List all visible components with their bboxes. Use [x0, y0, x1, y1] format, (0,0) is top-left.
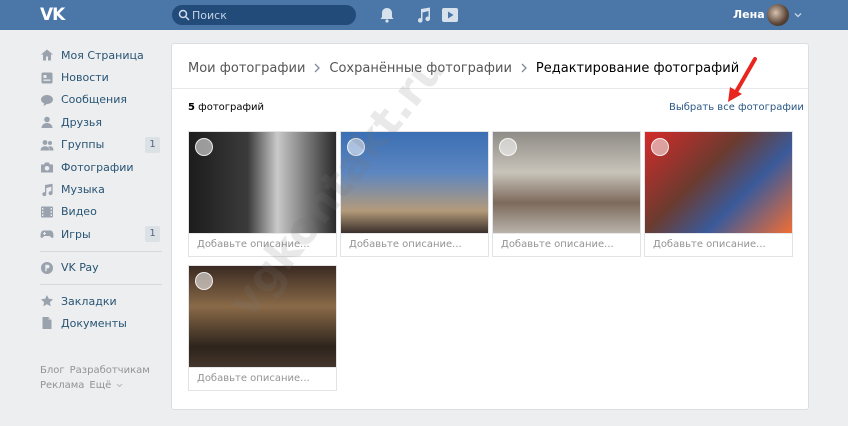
vkpay-icon [41, 261, 53, 274]
sidebar-item-groups[interactable]: Группы 1 [36, 134, 166, 156]
sidebar-item-label: Музыка [61, 183, 105, 197]
bookmark-star-icon [41, 295, 53, 307]
sidebar-item-label: Фотографии [61, 160, 134, 174]
sidebar-item-photos[interactable]: Фотографии [36, 156, 166, 178]
photo-count: 5 фотографий [188, 102, 264, 113]
photo-description-input[interactable]: Добавьте описание... [197, 373, 332, 384]
photo-card[interactable]: Добавьте описание... [188, 265, 337, 391]
sidebar-item-documents[interactable]: Документы [36, 312, 166, 334]
games-counter: 1 [145, 226, 160, 243]
sidebar-item-my-page[interactable]: Моя Страница [36, 44, 166, 66]
photo-description-input[interactable]: Добавьте описание... [197, 239, 332, 250]
photo-select-checkbox[interactable] [347, 138, 365, 156]
vk-logo[interactable]: VK [40, 5, 68, 25]
photo-divider [341, 233, 488, 234]
sidebar-item-friends[interactable]: Друзья [36, 111, 166, 133]
breadcrumb-my-photos[interactable]: Мои фотографии [188, 61, 305, 76]
photo-count-word: фотографий [198, 102, 265, 113]
sidebar: Моя Страница Новости Сообщения Друзья Гр… [36, 44, 166, 335]
photo-card[interactable]: Добавьте описание... [188, 131, 337, 257]
sidebar-item-vkpay[interactable]: VK Pay [36, 257, 166, 279]
header-divider [172, 88, 808, 89]
sidebar-item-label: Группы [61, 138, 105, 152]
photo-count-number: 5 [188, 102, 195, 113]
user-name[interactable]: Лена [733, 8, 765, 21]
photo-divider [645, 233, 792, 234]
sidebar-footer: Блог Разработчикам Реклама Ещё [40, 363, 170, 393]
sidebar-item-label: Игры [61, 227, 91, 241]
news-icon [41, 72, 53, 84]
sidebar-divider [40, 283, 162, 285]
photo-description-input[interactable]: Добавьте описание... [501, 239, 636, 250]
search-icon [178, 9, 190, 21]
sidebar-item-label: Новости [61, 71, 109, 85]
video-icon [41, 206, 53, 218]
camera-icon [41, 162, 53, 173]
photo-card[interactable]: Добавьте описание... [644, 131, 793, 257]
chevron-right-icon [521, 63, 527, 73]
sidebar-item-label: Закладки [61, 294, 117, 308]
red-arrow-annotation [728, 57, 757, 102]
chevron-down-icon[interactable] [116, 383, 123, 388]
sidebar-item-video[interactable]: Видео [36, 201, 166, 223]
sidebar-item-label: Документы [61, 316, 127, 330]
photo-description-input[interactable]: Добавьте описание... [653, 239, 788, 250]
photo-select-checkbox[interactable] [499, 138, 517, 156]
friends-icon [41, 117, 53, 129]
home-icon [41, 49, 53, 61]
music-icon [42, 183, 53, 196]
photo-divider [493, 233, 640, 234]
breadcrumb-edit-photos: Редактирование фотографий [535, 60, 740, 76]
sidebar-item-label: Сообщения [61, 93, 128, 107]
footer-link-ads[interactable]: Реклама [40, 380, 84, 391]
footer-link-more[interactable]: Ещё [89, 380, 111, 391]
bell-icon[interactable] [378, 6, 396, 24]
sidebar-item-music[interactable]: Музыка [36, 178, 166, 200]
sidebar-item-label: VK Pay [61, 261, 99, 275]
groups-icon [40, 139, 54, 151]
search-box[interactable] [172, 5, 356, 25]
chevron-right-icon [314, 63, 321, 73]
photo-divider [189, 233, 336, 234]
footer-link-blog[interactable]: Блог [40, 365, 65, 376]
photo-select-checkbox[interactable] [651, 138, 669, 156]
photo-select-checkbox[interactable] [195, 272, 213, 290]
play-icon[interactable] [441, 6, 459, 24]
sidebar-item-messages[interactable]: Сообщения [36, 89, 166, 111]
sidebar-divider [40, 250, 162, 252]
sidebar-item-news[interactable]: Новости [36, 66, 166, 88]
sidebar-item-games[interactable]: Игры 1 [36, 223, 166, 245]
chevron-down-icon[interactable] [794, 12, 802, 18]
games-icon [40, 230, 54, 239]
photo-edit-panel: Мои фотографии Сохранённые фотографии Ре… [171, 43, 809, 410]
groups-counter: 1 [145, 136, 160, 153]
music-note-icon[interactable] [414, 6, 432, 24]
avatar[interactable] [767, 4, 789, 26]
top-bar: VK Лена [0, 0, 848, 30]
photo-description-input[interactable]: Добавьте описание... [349, 239, 484, 250]
search-input[interactable] [192, 5, 352, 25]
photo-divider [189, 367, 336, 368]
breadcrumb-saved-photos[interactable]: Сохранённые фотографии [329, 61, 512, 76]
messages-icon [41, 94, 53, 106]
photo-select-checkbox[interactable] [195, 138, 213, 156]
sidebar-item-label: Моя Страница [61, 48, 144, 62]
photo-card[interactable]: Добавьте описание... [340, 131, 489, 257]
sidebar-item-bookmarks[interactable]: Закладки [36, 290, 166, 312]
sidebar-item-label: Друзья [61, 115, 103, 129]
footer-link-developers[interactable]: Разработчикам [70, 365, 150, 376]
photo-card[interactable]: Добавьте описание... [492, 131, 641, 257]
documents-icon [42, 317, 52, 330]
sidebar-item-label: Видео [61, 205, 97, 219]
breadcrumb: Мои фотографии Сохранённые фотографии Ре… [188, 58, 739, 78]
